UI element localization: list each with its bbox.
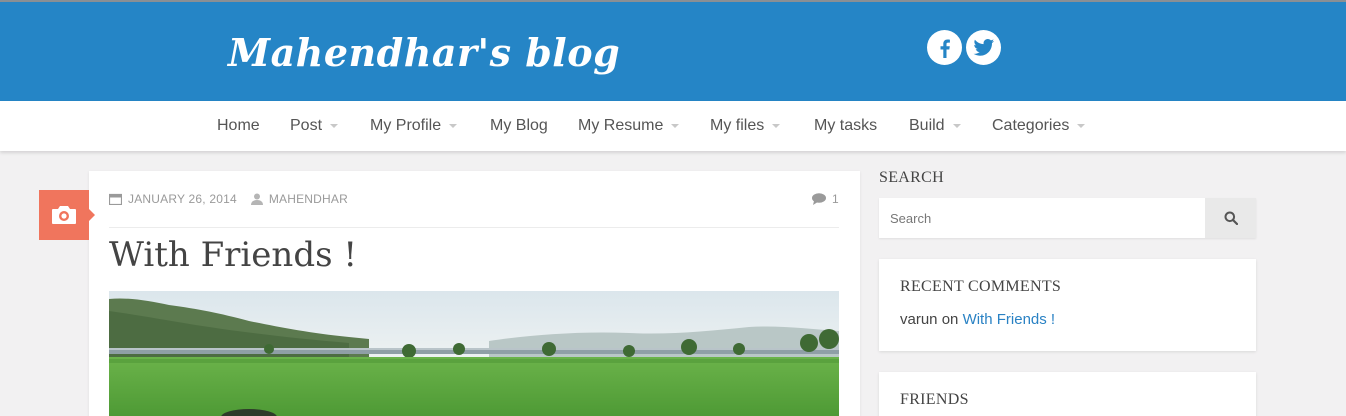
chevron-down-icon	[1077, 123, 1086, 128]
camera-icon	[52, 206, 76, 224]
facebook-icon	[940, 39, 950, 58]
search-button[interactable]	[1205, 198, 1256, 238]
meta-divider	[109, 227, 839, 228]
nav-item-categories[interactable]: Categories	[992, 101, 1086, 151]
chevron-down-icon	[330, 123, 339, 128]
nav-item-my-profile[interactable]: My Profile	[370, 101, 458, 151]
post-author[interactable]: MAHENDHAR	[269, 192, 348, 206]
nav-label: Post	[290, 117, 323, 134]
nav-label: Home	[217, 117, 260, 134]
site-logo[interactable]: Mahendhar's blog	[228, 30, 620, 75]
chevron-down-icon	[671, 123, 680, 128]
recent-comments-widget: RECENT COMMENTS varun on With Friends !	[879, 259, 1256, 351]
recent-comments-title: RECENT COMMENTS	[900, 278, 1062, 295]
chevron-down-icon	[449, 123, 458, 128]
calendar-icon	[109, 193, 122, 205]
nav-item-build[interactable]: Build	[909, 101, 961, 151]
twitter-icon	[972, 38, 994, 56]
nav-item-my-blog[interactable]: My Blog	[490, 101, 548, 151]
nav-item-my-tasks[interactable]: My tasks	[814, 101, 877, 151]
post-title[interactable]: With Friends !	[109, 235, 357, 275]
search-form	[879, 198, 1256, 238]
nav-item-home[interactable]: Home	[217, 101, 260, 151]
nav-label: Build	[909, 117, 945, 134]
comment-icon	[812, 193, 826, 205]
search-input[interactable]	[879, 198, 1205, 238]
post-comments-count[interactable]: 1	[812, 192, 839, 206]
nav-label: My files	[710, 117, 765, 134]
search-icon	[1224, 211, 1238, 225]
post-featured-image[interactable]	[109, 291, 839, 416]
nav-label: My Resume	[578, 117, 664, 134]
post-meta: JANUARY 26, 2014 MAHENDHAR	[109, 192, 348, 206]
comment-author: varun	[900, 311, 938, 328]
nav-item-my-files[interactable]: My files	[710, 101, 781, 151]
comment-count: 1	[832, 192, 839, 206]
post-format-badge[interactable]	[39, 190, 95, 240]
post-date[interactable]: JANUARY 26, 2014	[128, 192, 237, 206]
nav-label: My Profile	[370, 117, 442, 134]
chevron-down-icon	[772, 123, 781, 128]
comment-post-link[interactable]: With Friends !	[963, 311, 1056, 328]
comment-connector: on	[941, 311, 959, 328]
site-header: Mahendhar's blog	[0, 0, 1346, 101]
friends-title: FRIENDS	[900, 391, 969, 408]
nav-item-my-resume[interactable]: My Resume	[578, 101, 680, 151]
nav-label: Categories	[992, 117, 1070, 134]
chevron-down-icon	[952, 123, 961, 128]
main-navigation: Home Post My Profile My Blog My Resume M…	[0, 101, 1346, 151]
nav-item-post[interactable]: Post	[290, 101, 339, 151]
user-icon	[250, 193, 263, 205]
search-widget-title: SEARCH	[879, 169, 944, 186]
recent-comment-item: varun on With Friends !	[900, 311, 1055, 328]
nav-label: My Blog	[490, 117, 548, 134]
facebook-link[interactable]	[927, 30, 962, 65]
nav-label: My tasks	[814, 117, 878, 134]
twitter-link[interactable]	[966, 30, 1001, 65]
friends-widget: FRIENDS	[879, 372, 1256, 416]
